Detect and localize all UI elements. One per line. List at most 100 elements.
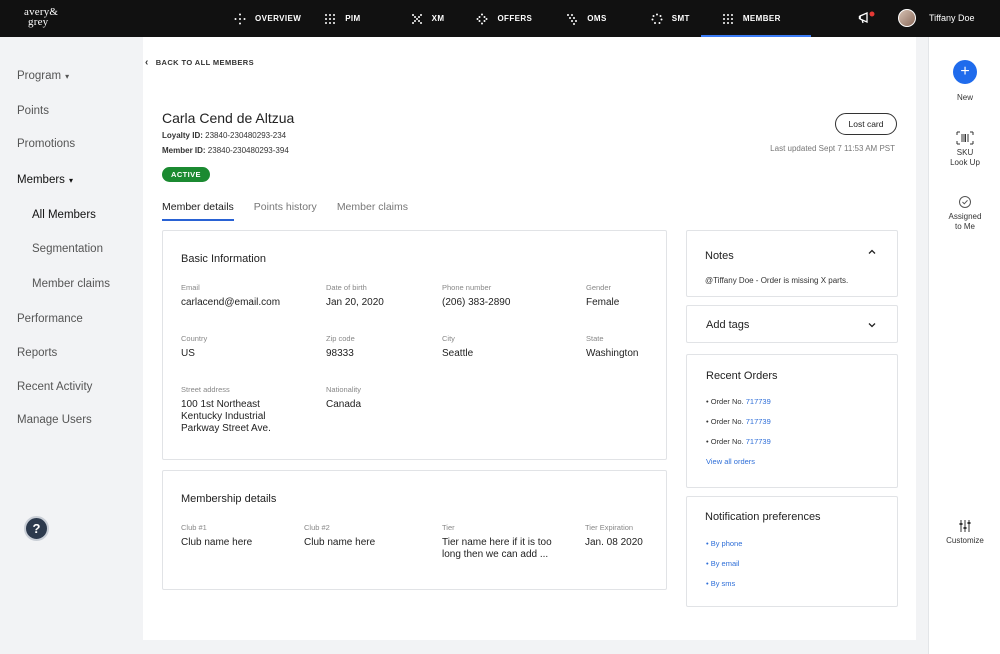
street-line-2: Kentucky Industrial xyxy=(181,411,266,422)
pref-by-sms[interactable]: • By sms xyxy=(706,579,735,588)
sidebar-item-segmentation[interactable]: Segmentation xyxy=(32,243,103,255)
sidebar-item-label: All Members xyxy=(32,209,96,221)
basic-information-title: Basic Information xyxy=(181,253,266,265)
logo-line-2: grey xyxy=(28,16,49,28)
sidebar-item-program[interactable]: Program ▾ xyxy=(17,70,69,82)
module-nav: OVERVIEW PIM XM OFFERS OMS SMT MEMBER xyxy=(222,0,811,37)
club1-label: Club #1 xyxy=(181,523,207,532)
sidebar-item-label: Promotions xyxy=(17,138,76,150)
nav-pim[interactable]: PIM xyxy=(312,0,371,37)
sidebar-item-points[interactable]: Points xyxy=(17,105,49,117)
pref-by-phone[interactable]: • By phone xyxy=(706,539,742,548)
email-value: carlacend@email.com xyxy=(181,297,281,308)
order-prefix: • Order No. xyxy=(706,397,744,406)
user-name[interactable]: Tiffany Doe xyxy=(929,13,975,23)
assigned-to-me-button[interactable]: Assigned to Me xyxy=(929,195,1000,232)
tier-expiration-value: Jan. 08 2020 xyxy=(585,537,643,548)
nav-smt[interactable]: SMT xyxy=(618,0,701,37)
help-button[interactable]: ? xyxy=(24,516,49,541)
order-link[interactable]: 717739 xyxy=(746,417,771,426)
brand-logo[interactable]: avery& grey xyxy=(24,7,58,28)
loyalty-id-value: 23840-230480293-234 xyxy=(205,131,287,140)
customize-button[interactable]: Customize xyxy=(929,519,1000,546)
loyalty-id: Loyalty ID: 23840-230480293-234 xyxy=(162,131,286,140)
pref-by-email[interactable]: • By email xyxy=(706,559,739,568)
notification-preferences-title: Notification preferences xyxy=(705,511,821,523)
phone-value: (206) 383-2890 xyxy=(442,297,511,308)
last-updated-text: Last updated Sept 7 11:53 AM PST xyxy=(770,144,895,153)
street-line-3: Parkway Street Ave. xyxy=(181,423,271,434)
tab-member-claims[interactable]: Member claims xyxy=(337,201,408,221)
chevron-up-icon[interactable] xyxy=(868,248,876,256)
sidebar-item-label: Performance xyxy=(17,313,83,325)
street-line-1: 100 1st Northeast xyxy=(181,399,260,410)
sidebar-item-reports[interactable]: Reports xyxy=(17,347,57,359)
user-avatar[interactable] xyxy=(898,9,916,27)
state-label: State xyxy=(586,334,604,343)
sidebar-item-all-members[interactable]: All Members xyxy=(32,209,96,221)
caret-down-icon: ▾ xyxy=(65,72,70,81)
member-id: Member ID: 23840-230480293-394 xyxy=(162,146,289,155)
status-badge: ACTIVE xyxy=(162,167,210,182)
member-id-value: 23840-230480293-394 xyxy=(207,146,289,155)
sidebar-item-manage-users[interactable]: Manage Users xyxy=(17,414,92,426)
sidebar-item-performance[interactable]: Performance xyxy=(17,313,83,325)
diamond-dots-icon xyxy=(475,12,489,26)
nav-pim-label: PIM xyxy=(345,14,361,23)
tab-points-history[interactable]: Points history xyxy=(254,201,317,221)
member-tabs: Member details Points history Member cla… xyxy=(162,201,428,221)
view-all-orders-link[interactable]: View all orders xyxy=(706,457,755,466)
sidebar-item-label: Reports xyxy=(17,347,58,359)
top-navigation-bar: avery& grey OVERVIEW PIM XM OFFERS OMS S… xyxy=(0,0,1000,37)
right-action-rail: + New SKU Look Up Assigned to Me Customi… xyxy=(928,37,1000,654)
nav-xm[interactable]: XM xyxy=(372,0,456,37)
list-item: • Order No. 717739 xyxy=(706,397,771,406)
club1-value: Club name here xyxy=(181,537,253,548)
loyalty-id-label: Loyalty ID: xyxy=(162,131,203,140)
sidebar-item-members[interactable]: Members ▾ xyxy=(17,174,73,186)
ring-dots-icon xyxy=(650,12,664,26)
back-to-all-members-link[interactable]: ‹ BACK TO ALL MEMBERS xyxy=(145,57,254,68)
sku-label-line-2: Look Up xyxy=(950,158,980,167)
tier-line-2: long then we can add ... xyxy=(442,549,549,560)
add-tags-panel[interactable]: Add tags xyxy=(686,305,898,343)
tab-member-details[interactable]: Member details xyxy=(162,201,234,221)
order-link[interactable]: 717739 xyxy=(746,397,771,406)
sku-lookup-button[interactable]: SKU Look Up xyxy=(929,131,1000,168)
sidebar-item-recent-activity[interactable]: Recent Activity xyxy=(17,381,92,393)
barcode-icon xyxy=(956,131,974,145)
check-circle-icon xyxy=(959,196,971,208)
nav-overview-label: OVERVIEW xyxy=(255,14,302,23)
nav-overview[interactable]: OVERVIEW xyxy=(222,0,312,37)
sidebar-item-promotions[interactable]: Promotions xyxy=(17,138,75,150)
recent-orders-title: Recent Orders xyxy=(706,370,778,382)
sidebar-item-label: Points xyxy=(17,105,49,117)
notes-title: Notes xyxy=(705,250,734,262)
compass-icon xyxy=(233,12,247,26)
sliders-icon xyxy=(959,520,971,532)
sidebar-item-label: Member claims xyxy=(32,278,110,290)
sidebar-item-label: Members xyxy=(17,174,65,186)
nav-offers[interactable]: OFFERS xyxy=(455,0,543,37)
city-value: Seattle xyxy=(442,348,474,359)
new-label: New xyxy=(956,93,973,102)
nav-oms-label: OMS xyxy=(587,14,607,23)
new-button[interactable]: + xyxy=(953,60,977,84)
megaphone-icon[interactable] xyxy=(858,11,876,25)
lost-card-button[interactable]: Lost card xyxy=(835,113,897,135)
club2-value: Club name here xyxy=(304,537,376,548)
chevron-down-icon[interactable] xyxy=(868,321,876,329)
order-link[interactable]: 717739 xyxy=(746,437,771,446)
nav-member[interactable]: MEMBER xyxy=(700,0,811,37)
cross-dots-icon xyxy=(410,12,424,26)
sidebar-item-member-claims[interactable]: Member claims xyxy=(32,278,110,290)
diagonal-dots-icon xyxy=(565,12,579,26)
basic-information-panel: Basic Information Email carlacend@email.… xyxy=(162,230,667,460)
street-address-value: 100 1st Northeast Kentucky Industrial Pa… xyxy=(181,399,271,435)
country-label: Country xyxy=(181,334,208,343)
sidebar-item-label: Program xyxy=(17,70,62,82)
back-link-label: BACK TO ALL MEMBERS xyxy=(155,58,255,67)
nav-oms[interactable]: OMS xyxy=(543,0,617,37)
note-text: @Tiffany Doe - Order is missing X parts. xyxy=(705,276,849,285)
phone-label: Phone number xyxy=(442,283,492,292)
